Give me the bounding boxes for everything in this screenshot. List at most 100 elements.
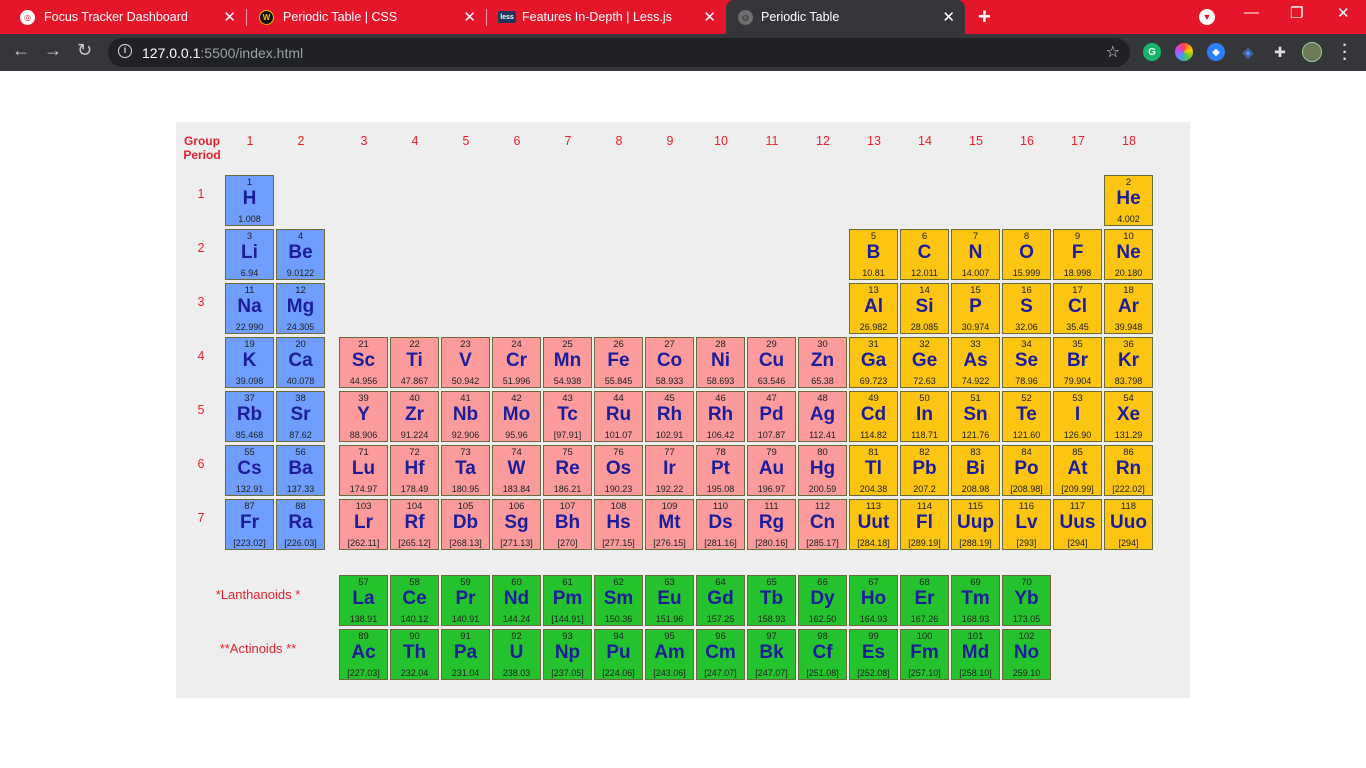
element-be[interactable]: 4 Be 9.0122 <box>276 229 325 280</box>
profile-avatar[interactable] <box>1302 42 1322 62</box>
element-np[interactable]: 93 Np [237.05] <box>543 629 592 680</box>
close-icon[interactable]: ✕ <box>942 8 955 26</box>
element-cs[interactable]: 55 Cs 132.91 <box>225 445 274 496</box>
tab-periodic-css[interactable]: W Periodic Table | CSS ✕ <box>246 0 486 34</box>
element-po[interactable]: 84 Po [208.98] <box>1002 445 1051 496</box>
element-hf[interactable]: 72 Hf 178.49 <box>390 445 439 496</box>
element-cd[interactable]: 49 Cd 114.82 <box>849 391 898 442</box>
element-uus[interactable]: 117 Uus [294] <box>1053 499 1102 550</box>
element-tm[interactable]: 69 Tm 168.93 <box>951 575 1000 626</box>
element-te[interactable]: 52 Te 121.60 <box>1002 391 1051 442</box>
element-nb[interactable]: 41 Nb 92.906 <box>441 391 490 442</box>
element-fe[interactable]: 26 Fe 55.845 <box>594 337 643 388</box>
color-picker-extension-icon[interactable] <box>1175 43 1193 61</box>
element-k[interactable]: 19 K 39.098 <box>225 337 274 388</box>
element-sc[interactable]: 21 Sc 44.956 <box>339 337 388 388</box>
element-as[interactable]: 33 As 74.922 <box>951 337 1000 388</box>
element-se[interactable]: 34 Se 78.96 <box>1002 337 1051 388</box>
address-bar[interactable]: i 127.0.0.1:5500/index.html ☆ <box>108 38 1130 67</box>
tab-focus-tracker[interactable]: ◎ Focus Tracker Dashboard ✕ <box>0 0 246 34</box>
element-ti[interactable]: 22 Ti 47.867 <box>390 337 439 388</box>
close-icon[interactable]: ✕ <box>223 8 236 26</box>
restore-button[interactable]: ❐ <box>1290 4 1303 22</box>
element-rg[interactable]: 111 Rg [280.16] <box>747 499 796 550</box>
element-dy[interactable]: 66 Dy 162.50 <box>798 575 847 626</box>
element-he[interactable]: 2 He 4.002 <box>1104 175 1153 226</box>
element-mo[interactable]: 42 Mo 95.96 <box>492 391 541 442</box>
element-rh[interactable]: 45 Rh 102.91 <box>645 391 694 442</box>
element-cl[interactable]: 17 Cl 35.45 <box>1053 283 1102 334</box>
element-pb[interactable]: 82 Pb 207.2 <box>900 445 949 496</box>
element-i[interactable]: 53 I 126.90 <box>1053 391 1102 442</box>
element-rf[interactable]: 104 Rf [265.12] <box>390 499 439 550</box>
element-er[interactable]: 68 Er 167.26 <box>900 575 949 626</box>
element-tb[interactable]: 65 Tb 158.93 <box>747 575 796 626</box>
element-cm[interactable]: 96 Cm [247.07] <box>696 629 745 680</box>
element-cn[interactable]: 112 Cn [285.17] <box>798 499 847 550</box>
wallet-extension-icon[interactable]: ◆ <box>1207 43 1225 61</box>
element-at[interactable]: 85 At [209.99] <box>1053 445 1102 496</box>
element-hs[interactable]: 108 Hs [277.15] <box>594 499 643 550</box>
element-gd[interactable]: 64 Gd 157.25 <box>696 575 745 626</box>
element-li[interactable]: 3 Li 6.94 <box>225 229 274 280</box>
element-h[interactable]: 1 H 1.008 <box>225 175 274 226</box>
element-fm[interactable]: 100 Fm [257.10] <box>900 629 949 680</box>
browser-menu-icon[interactable]: · · · <box>1340 38 1350 68</box>
reload-button[interactable]: ↻ <box>77 40 92 61</box>
element-ir[interactable]: 77 Ir 192.22 <box>645 445 694 496</box>
element-uup[interactable]: 115 Uup [288.19] <box>951 499 1000 550</box>
element-os[interactable]: 76 Os 190.23 <box>594 445 643 496</box>
element-bk[interactable]: 97 Bk [247.07] <box>747 629 796 680</box>
element-br[interactable]: 35 Br 79.904 <box>1053 337 1102 388</box>
tab-search-icon[interactable]: ▼ <box>1199 9 1215 25</box>
element-n[interactable]: 7 N 14.007 <box>951 229 1000 280</box>
element-th[interactable]: 90 Th 232.04 <box>390 629 439 680</box>
element-rb[interactable]: 37 Rb 85.468 <box>225 391 274 442</box>
site-info-icon[interactable]: i <box>118 44 132 58</box>
element-uut[interactable]: 113 Uut [284.18] <box>849 499 898 550</box>
element-ds[interactable]: 110 Ds [281.16] <box>696 499 745 550</box>
element-o[interactable]: 8 O 15.999 <box>1002 229 1051 280</box>
element-b[interactable]: 5 B 10.81 <box>849 229 898 280</box>
element-lr[interactable]: 103 Lr [262.11] <box>339 499 388 550</box>
element-p[interactable]: 15 P 30.974 <box>951 283 1000 334</box>
element-pr[interactable]: 59 Pr 140.91 <box>441 575 490 626</box>
element-c[interactable]: 6 C 12.011 <box>900 229 949 280</box>
element-v[interactable]: 23 V 50.942 <box>441 337 490 388</box>
element-f[interactable]: 9 F 18.998 <box>1053 229 1102 280</box>
element-na[interactable]: 11 Na 22.990 <box>225 283 274 334</box>
element-pd[interactable]: 47 Pd 107.87 <box>747 391 796 442</box>
element-ar[interactable]: 18 Ar 39.948 <box>1104 283 1153 334</box>
element-es[interactable]: 99 Es [252.08] <box>849 629 898 680</box>
element-mn[interactable]: 25 Mn 54.938 <box>543 337 592 388</box>
element-sm[interactable]: 62 Sm 150.36 <box>594 575 643 626</box>
element-tl[interactable]: 81 Tl 204.38 <box>849 445 898 496</box>
element-nd[interactable]: 60 Nd 144.24 <box>492 575 541 626</box>
element-ag[interactable]: 48 Ag 112.41 <box>798 391 847 442</box>
element-eu[interactable]: 63 Eu 151.96 <box>645 575 694 626</box>
element-md[interactable]: 101 Md [258.10] <box>951 629 1000 680</box>
element-tc[interactable]: 43 Tc [97.91] <box>543 391 592 442</box>
element-ru[interactable]: 44 Ru 101.07 <box>594 391 643 442</box>
element-ra[interactable]: 88 Ra [226.03] <box>276 499 325 550</box>
element-mg[interactable]: 12 Mg 24.305 <box>276 283 325 334</box>
element-w[interactable]: 74 W 183.84 <box>492 445 541 496</box>
element-sg[interactable]: 106 Sg [271.13] <box>492 499 541 550</box>
element-fl[interactable]: 114 Fl [289.19] <box>900 499 949 550</box>
element-db[interactable]: 105 Db [268.13] <box>441 499 490 550</box>
new-tab-button[interactable]: + <box>978 4 991 30</box>
element-y[interactable]: 39 Y 88.906 <box>339 391 388 442</box>
element-mt[interactable]: 109 Mt [276.15] <box>645 499 694 550</box>
element-rn[interactable]: 86 Rn [222.02] <box>1104 445 1153 496</box>
element-s[interactable]: 16 S 32.06 <box>1002 283 1051 334</box>
element-lv[interactable]: 116 Lv [293] <box>1002 499 1051 550</box>
back-button[interactable]: ← <box>12 40 30 61</box>
element-ge[interactable]: 32 Ge 72.63 <box>900 337 949 388</box>
tab-periodic-table[interactable]: ◍ Periodic Table ✕ <box>726 0 965 34</box>
tab-less-features[interactable]: less Features In-Depth | Less.js ✕ <box>486 0 726 34</box>
element-ni[interactable]: 28 Ni 58.693 <box>696 337 745 388</box>
element-sr[interactable]: 38 Sr 87.62 <box>276 391 325 442</box>
element-al[interactable]: 13 Al 26.982 <box>849 283 898 334</box>
element-ta[interactable]: 73 Ta 180.95 <box>441 445 490 496</box>
element-pt[interactable]: 78 Pt 195.08 <box>696 445 745 496</box>
